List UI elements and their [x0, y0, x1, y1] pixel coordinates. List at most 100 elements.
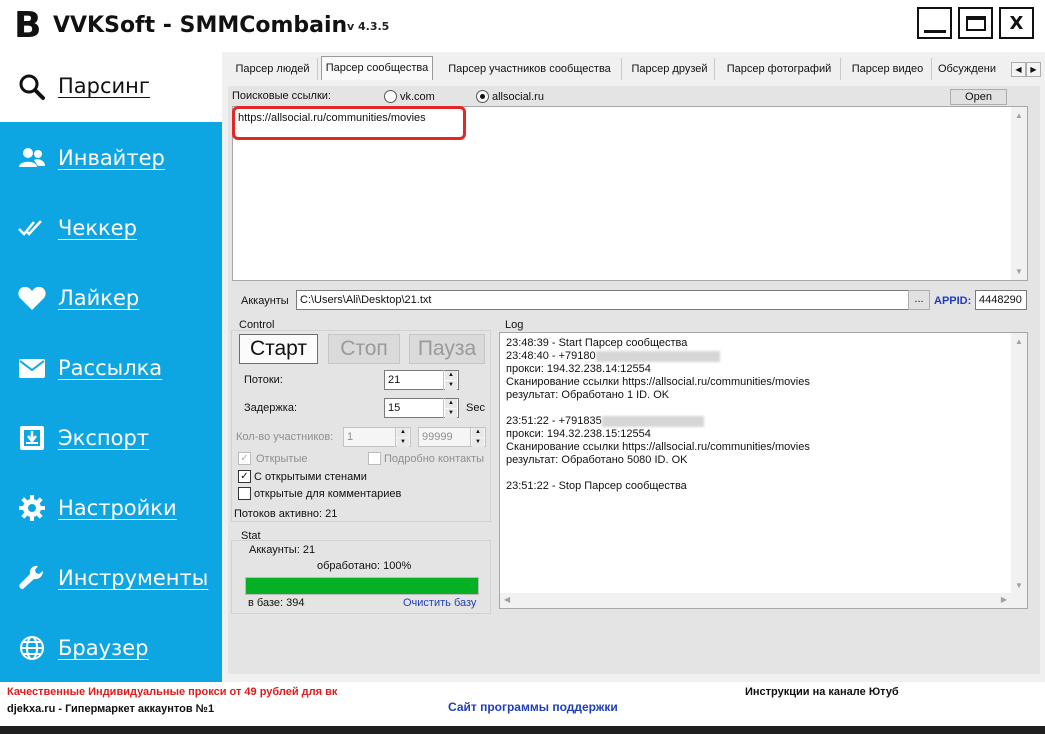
search-links-label: Поисковые ссылки: — [232, 90, 331, 102]
log-line: прокси: 194.32.238.15:12554 — [506, 428, 651, 440]
users-icon — [18, 144, 46, 172]
minimize-icon — [923, 29, 946, 33]
sidebar-item-label: Браузер — [58, 636, 149, 660]
accounts-path-input[interactable]: C:\Users\Ali\Desktop\21.txt — [296, 290, 909, 310]
textarea-scrollbar[interactable]: ▲ ▼ — [1011, 107, 1027, 280]
minimize-button[interactable] — [917, 7, 952, 39]
envelope-icon — [18, 354, 46, 382]
youtube-link[interactable]: Инструкции на канале Ютуб — [745, 686, 899, 698]
scroll-right-icon[interactable]: ▶ — [1001, 595, 1007, 604]
threads-active-status: Потоков активно: 21 — [234, 508, 338, 520]
scroll-up-icon[interactable]: ▲ — [1015, 111, 1023, 120]
tab-discussions[interactable]: Обсуждени — [934, 58, 1010, 80]
app-logo: B — [14, 5, 42, 46]
members-max-stepper[interactable]: ▲ ▼ — [470, 427, 485, 447]
close-button[interactable]: X — [999, 7, 1034, 39]
start-button[interactable]: Старт — [239, 334, 318, 364]
appid-label: APPID: — [934, 295, 972, 307]
open-comments-checkbox[interactable] — [238, 487, 251, 500]
sidebar-item-settings[interactable]: Настройки — [0, 480, 222, 536]
tab-photos-parser[interactable]: Парсер фотографий — [718, 58, 841, 80]
scroll-down-icon[interactable]: ▼ — [1015, 267, 1023, 276]
gear-icon — [18, 494, 46, 522]
appid-input[interactable]: 4448290 — [975, 290, 1027, 310]
title-bar: B VVKSoft - SMMCombain v 4.3.5 X — [0, 0, 1045, 52]
radio-allsocial[interactable] — [476, 90, 489, 103]
tab-scroll-right-icon[interactable]: ▶ — [1026, 62, 1041, 77]
detailed-contacts-checkbox[interactable] — [368, 452, 381, 465]
open-checkbox[interactable]: ✓ — [238, 452, 251, 465]
tab-community-parser[interactable]: Парсер сообщества — [321, 56, 433, 80]
threads-stepper[interactable]: ▲ ▼ — [443, 370, 458, 390]
progress-fill — [246, 578, 478, 594]
annotation-highlight — [232, 106, 466, 140]
sidebar-item-label: Инвайтер — [58, 146, 165, 170]
accounts-label: Аккаунты — [241, 295, 289, 307]
scroll-left-icon[interactable]: ◀ — [504, 595, 510, 604]
sidebar-item-tools[interactable]: Инструменты — [0, 550, 222, 606]
blurred-phone — [601, 415, 704, 427]
log-line: результат: Обработано 5080 ID. OK — [506, 454, 688, 466]
tab-bar: Парсер людей Парсер сообщества Парсер уч… — [228, 56, 1010, 80]
sidebar-item-mailing[interactable]: Рассылка — [0, 340, 222, 396]
log-horizontal-scrollbar[interactable]: ◀ ▶ — [500, 593, 1027, 608]
log-line: прокси: 194.32.238.14:12554 — [506, 363, 651, 375]
log-line-text: 23:48:40 - +79180 — [506, 350, 596, 362]
double-check-icon — [18, 214, 46, 242]
log-panel[interactable]: 23:48:39 - Start Парсер сообщества 23:48… — [499, 332, 1028, 609]
log-line: Сканирование ссылки https://allsocial.ru… — [506, 376, 810, 388]
sidebar-item-label: Рассылка — [58, 356, 163, 380]
maximize-icon — [965, 15, 986, 31]
wrench-icon — [18, 564, 46, 592]
log-line: 23:51:22 - Stop Парсер сообщества — [506, 480, 687, 492]
sidebar-item-browser[interactable]: Браузер — [0, 620, 222, 676]
log-line: 23:48:40 - +79180 — [506, 350, 720, 362]
radio-vk-label: vk.com — [400, 91, 435, 103]
tab-people-parser[interactable]: Парсер людей — [228, 58, 318, 80]
sidebar: Инвайтер Чеккер Лайкер Рассылка Экспорт — [0, 122, 222, 682]
app-window: B VVKSoft - SMMCombain v 4.3.5 X Парсинг… — [0, 0, 1045, 734]
app-version: v 4.3.5 — [347, 20, 390, 33]
log-scrollbar[interactable]: ▲ ▼ — [1011, 333, 1027, 594]
pause-button[interactable]: Пауза — [409, 334, 485, 364]
sidebar-item-label: Парсинг — [58, 74, 150, 98]
progress-bar — [245, 577, 479, 595]
tab-video-parser[interactable]: Парсер видео — [844, 58, 932, 80]
open-comments-label: открытые для комментариев — [254, 488, 402, 500]
stat-accounts: Аккаунты: 21 — [249, 544, 316, 556]
threads-label: Потоки: — [244, 374, 283, 386]
clear-base-link[interactable]: Очистить базу — [403, 597, 476, 609]
scroll-up-icon[interactable]: ▲ — [1015, 337, 1023, 346]
browse-button[interactable]: ... — [908, 290, 930, 310]
members-count-label: Кол-во участников: — [236, 431, 334, 443]
shop-link[interactable]: djekxa.ru - Гипермаркет аккаунтов №1 — [7, 703, 214, 715]
delay-stepper[interactable]: ▲ ▼ — [443, 398, 458, 418]
tab-community-members-parser[interactable]: Парсер участников сообщества — [438, 58, 622, 80]
sidebar-item-checker[interactable]: Чеккер — [0, 200, 222, 256]
open-checkbox-label: Открытые — [256, 453, 308, 465]
tab-friends-parser[interactable]: Парсер друзей — [625, 58, 715, 80]
stop-button[interactable]: Стоп — [328, 334, 400, 364]
sidebar-item-export[interactable]: Экспорт — [0, 410, 222, 466]
sidebar-item-label: Чеккер — [58, 216, 137, 240]
members-min-stepper[interactable]: ▲ ▼ — [395, 427, 410, 447]
sidebar-item-parsing[interactable]: Парсинг — [0, 52, 222, 122]
globe-icon — [18, 634, 46, 662]
proxy-ad-link[interactable]: Качественные Индивидуальные прокси от 49… — [7, 686, 337, 698]
log-line-text: 23:51:22 - +791835 — [506, 415, 602, 427]
radio-vk[interactable] — [384, 90, 397, 103]
open-button[interactable]: Open — [950, 89, 1007, 105]
sidebar-item-label: Инструменты — [58, 566, 209, 590]
open-walls-checkbox[interactable]: ✓ — [238, 470, 251, 483]
heart-icon — [18, 284, 46, 312]
scroll-down-icon[interactable]: ▼ — [1015, 581, 1023, 590]
sidebar-item-label: Экспорт — [58, 426, 150, 450]
sidebar-item-liker[interactable]: Лайкер — [0, 270, 222, 326]
tab-scroll-left-icon[interactable]: ◀ — [1011, 62, 1026, 77]
sidebar-item-inviter[interactable]: Инвайтер — [0, 130, 222, 186]
support-site-link[interactable]: Сайт программы поддержки — [448, 700, 618, 714]
maximize-button[interactable] — [958, 7, 993, 39]
stat-in-base: в базе: 394 — [248, 597, 305, 609]
detailed-contacts-label: Подробно контакты — [384, 453, 485, 465]
search-icon — [18, 73, 46, 101]
